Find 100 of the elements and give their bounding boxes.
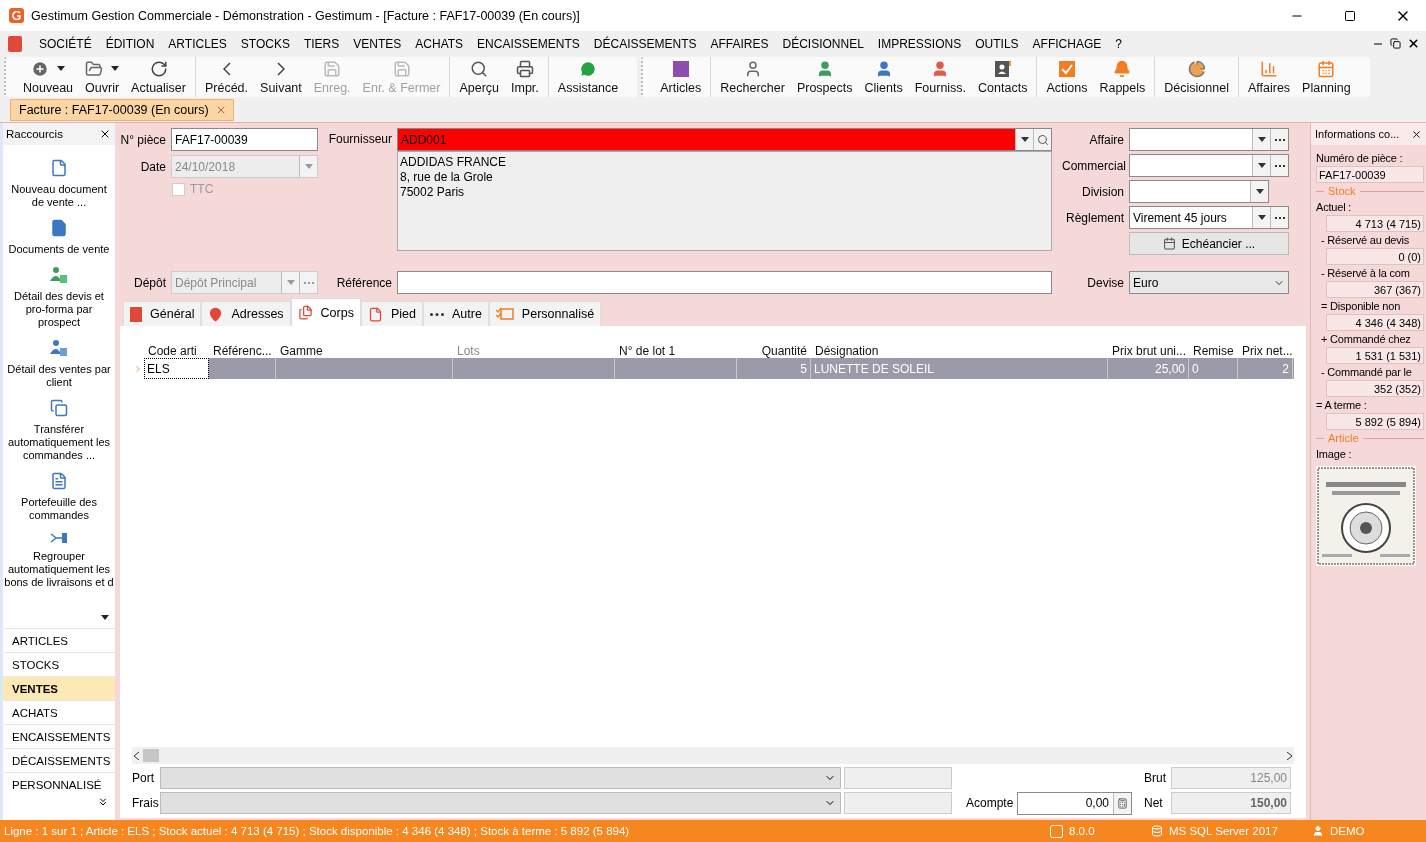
- close-icon[interactable]: [99, 128, 111, 140]
- contact-card-icon: [994, 60, 1011, 77]
- close-icon[interactable]: [1411, 128, 1422, 140]
- maximize-icon[interactable]: [1344, 9, 1356, 22]
- menu-item[interactable]: STOCKS: [233, 36, 297, 51]
- toolbar-button[interactable]: Nouveau: [17, 57, 80, 97]
- tab[interactable]: Personnalisé: [488, 301, 602, 326]
- scroll-left-icon[interactable]: [134, 751, 139, 760]
- toolbar-button[interactable]: Affaires: [1241, 57, 1297, 97]
- menu-item[interactable]: ?: [1108, 36, 1129, 51]
- column-header[interactable]: Code arti: [144, 344, 209, 358]
- menu-item[interactable]: DÉCISIONNEL: [775, 36, 871, 51]
- toolbar-button[interactable]: Impr.: [505, 57, 545, 97]
- toolbar-button[interactable]: Décisionnel: [1158, 57, 1235, 97]
- expand-icon[interactable]: [97, 796, 109, 808]
- toolbar-button[interactable]: Fourniss.: [908, 57, 973, 97]
- dropdown-arrow-icon[interactable]: [1257, 163, 1266, 168]
- category-item[interactable]: VENTES: [3, 676, 115, 700]
- menu-item[interactable]: DÉCAISSEMENTS: [586, 36, 704, 51]
- toolbar-button[interactable]: Suivant: [254, 57, 308, 97]
- menu-item[interactable]: ENCAISSEMENTS: [470, 36, 587, 51]
- tab[interactable]: Autre: [422, 301, 489, 326]
- dropdown-field[interactable]: [1129, 128, 1289, 151]
- close-icon[interactable]: [1407, 37, 1420, 50]
- document-icon: [50, 159, 68, 177]
- menu-item[interactable]: ACHATS: [408, 36, 471, 51]
- scroll-right-icon[interactable]: [1287, 751, 1292, 760]
- toolbar-button[interactable]: Articles: [654, 57, 708, 97]
- supplier-field[interactable]: ADD001: [397, 128, 1052, 151]
- menu-item[interactable]: OUTILS: [968, 36, 1026, 51]
- calculator-icon[interactable]: [1117, 797, 1128, 809]
- shortcut-link[interactable]: Nouveau document de vente ...: [4, 183, 114, 209]
- document-tab[interactable]: Facture : FAF17-00039 (En cours): [10, 99, 234, 121]
- shortcut-link[interactable]: Détail des ventes par client: [4, 363, 114, 389]
- column-header[interactable]: Référenc...: [209, 344, 276, 358]
- toolbar-button[interactable]: Clients: [858, 57, 909, 97]
- menu-item[interactable]: ARTICLES: [161, 36, 234, 51]
- dropdown-arrow-icon[interactable]: [1257, 137, 1266, 142]
- toolbar-button[interactable]: Aperçu: [453, 57, 505, 97]
- column-header[interactable]: Gamme: [276, 344, 453, 358]
- toolbar-button[interactable]: Rechercher: [714, 57, 791, 97]
- column-header[interactable]: Prix brut uni...: [1108, 344, 1189, 358]
- toolbar-button[interactable]: Rappels: [1093, 57, 1152, 97]
- toolbar-button[interactable]: Ouvrir: [79, 57, 126, 97]
- app-menu-icon[interactable]: [8, 35, 22, 52]
- horizontal-scrollbar[interactable]: [132, 747, 1294, 764]
- menu-item[interactable]: VENTES: [346, 36, 409, 51]
- caret-icon[interactable]: [111, 66, 120, 71]
- ellipsis-icon[interactable]: [1274, 138, 1285, 141]
- caret-icon[interactable]: [57, 66, 65, 71]
- database-icon: [1151, 825, 1163, 837]
- calendar-icon[interactable]: [1162, 237, 1176, 250]
- menu-item[interactable]: ÉDITION: [98, 36, 162, 51]
- ellipsis-icon[interactable]: [1274, 164, 1285, 167]
- toolbar-button[interactable]: Prospects: [790, 57, 859, 97]
- schedule-button[interactable]: Echéancier ...: [1129, 232, 1289, 255]
- column-header[interactable]: Remise: [1189, 344, 1238, 358]
- shortcut-link[interactable]: Regrouper automatiquement les bons de livraisons et d: [4, 550, 114, 589]
- toolbar-button[interactable]: Actions: [1040, 57, 1094, 97]
- toolbar-button[interactable]: Actualiser: [125, 57, 192, 97]
- info-label: Image :: [1316, 447, 1353, 462]
- column-header[interactable]: Quantité: [737, 344, 811, 358]
- piece-number-field[interactable]: FAF17-00039: [171, 128, 318, 151]
- tab[interactable]: Général: [123, 301, 202, 326]
- column-header[interactable]: Prix net...: [1238, 344, 1293, 358]
- toolbar-button[interactable]: Assistance: [551, 57, 625, 97]
- dropdown-arrow-icon[interactable]: [1020, 137, 1029, 142]
- dropdown-field[interactable]: Virement 45 jours: [1129, 206, 1289, 229]
- shortcut-link[interactable]: Portefeuille des commandes: [4, 496, 114, 522]
- currency-dropdown[interactable]: Euro: [1129, 271, 1289, 294]
- info-label: = Disponible non: [1320, 299, 1402, 314]
- toolbar-button[interactable]: Contacts: [972, 57, 1034, 97]
- search-icon[interactable]: [1036, 133, 1049, 146]
- scroll-down-icon[interactable]: [101, 615, 109, 620]
- menu-item[interactable]: IMPRESSIONS: [870, 36, 969, 51]
- tab[interactable]: Adresses: [201, 301, 291, 326]
- deposit-field[interactable]: 0,00: [1017, 791, 1132, 815]
- table-row[interactable]: ELS 5 LUNETTE DE SOLEIL 25,00 0 2: [132, 358, 1294, 379]
- dropdown-arrow-icon[interactable]: [1255, 189, 1264, 194]
- menu-item[interactable]: AFFICHAGE: [1025, 36, 1109, 51]
- menu-item[interactable]: TIERS: [296, 36, 347, 51]
- shortcut-link[interactable]: Transférer automatiquement les commandes ...: [4, 423, 114, 462]
- menu-item[interactable]: SOCIÉTÉ: [32, 36, 99, 51]
- scrollbar-thumb[interactable]: [143, 749, 159, 762]
- shortcut-link[interactable]: Détail des devis et pro-forma par prospect: [4, 290, 114, 329]
- toolbar-button[interactable]: Précéd.: [198, 57, 255, 97]
- toolbar-button[interactable]: Planning: [1296, 57, 1357, 97]
- column-header[interactable]: Désignation: [811, 344, 1108, 358]
- menu-item[interactable]: AFFAIRES: [703, 36, 776, 51]
- page-icon: [367, 306, 383, 322]
- shortcut-link[interactable]: Documents de vente: [8, 243, 110, 256]
- tab[interactable]: Corps: [290, 298, 361, 326]
- column-header[interactable]: N° de lot 1: [615, 344, 737, 358]
- dropdown-arrow-icon[interactable]: [1257, 215, 1266, 220]
- dropdown-field[interactable]: [1129, 154, 1289, 177]
- restore-icon[interactable]: [1390, 38, 1401, 49]
- dropdown-field[interactable]: [1129, 180, 1269, 203]
- ellipsis-icon[interactable]: [1274, 216, 1285, 219]
- tab[interactable]: Pied: [360, 301, 423, 326]
- reference-field[interactable]: [397, 271, 1052, 294]
